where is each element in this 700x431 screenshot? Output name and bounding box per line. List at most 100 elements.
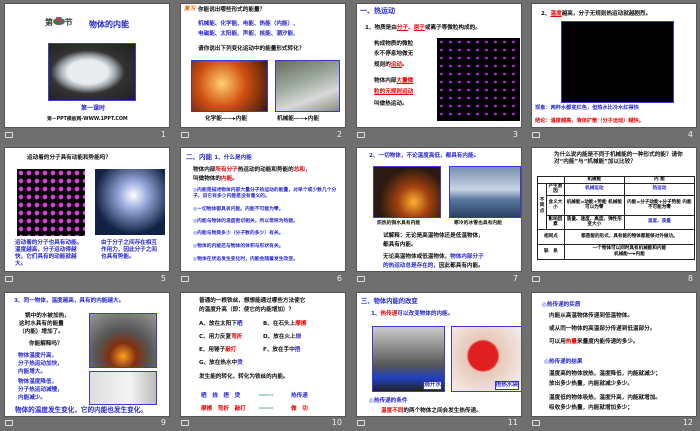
slide-text: 无论高温物体或低温物体， — [383, 254, 451, 260]
heading: 一、热运动 — [360, 7, 395, 15]
slide-thumbnail-6[interactable]: 二、内能 1、什么是内能 物体内部所有分子热运动的动能和势能的总和， 叫做物体的… — [180, 147, 346, 272]
comparison-table: 机械能内 能 不同点 产生原因 机械运动 热运动 含义大小 机械能=动能+势能 机械能可… — [537, 176, 696, 260]
slide-text: 物体内部所有分子热运动的动能和势能的总和， — [193, 167, 311, 174]
slide-text: 1、 — [371, 311, 381, 317]
slide-text: 2、温度越高，分子无规则热运动就越剧烈。 — [541, 11, 651, 18]
observation: 现象：两杯水都变红色，但热水比冷水红得快 — [535, 105, 639, 111]
slide-thumbnail-4[interactable]: 2、温度越高，分子无规则热运动就越剧烈。 现象：两杯水都变红色，但热水比冷水红得… — [531, 3, 697, 128]
slide-text: C、用力反复 — [199, 334, 232, 340]
slide-text: 物体内部分子 — [450, 254, 484, 260]
slide-text: 发生能的转化，转化为铁丝的内能。 — [199, 374, 289, 380]
slide-text: G、放在热水中烫 — [199, 360, 243, 367]
slide-text: 1、热传递可以改变物体的内能。 — [371, 311, 453, 318]
slide-text: 温度 — [550, 11, 562, 17]
slide-text: （内能）增加了。 — [19, 329, 64, 335]
slide-text: 捂热水袋 — [494, 380, 519, 390]
slide-thumbnail-9[interactable]: 3、同一物体，温度越高，具有的内能越大。 锅中的水被加热， 这时水具有的能量 （… — [4, 292, 170, 417]
slide-text: B、在石头上 — [263, 321, 296, 327]
question-2: 请你说出下列变化运动中的能量形式转化？ — [198, 46, 305, 52]
text-left: 运动着的分子也具有动能。温度越高，分子运动得越快，它们具有的动能就越大。 — [15, 240, 83, 267]
slide-text: 机械运动 — [563, 182, 625, 196]
arrow-icon: ═══⇨ — [259, 406, 274, 412]
slide-text: 烧 — [295, 334, 302, 340]
slide-text: 含义大小 机械能=动能+势能 机械能可以为零 内能=分子动能+分子势能 内能不可能为… — [538, 194, 696, 216]
slide-text: 联 系 — [537, 243, 565, 260]
slide-thumbnail-5[interactable]: 运动着的分子具有动能和势能吗？ 运动着的分子也具有动能。温度越高，分子运动得越快… — [4, 147, 170, 272]
slide-text: 大量微 — [396, 78, 414, 84]
video-placeholder[interactable] — [561, 21, 674, 103]
slide-text: 产生原因 — [546, 182, 565, 196]
slide-text: 内能 — [220, 176, 233, 182]
slide-thumbnail-3[interactable]: 一、热运动 1、物质是由分子、原子或离子等微粒构成的。 构成物质的微粒 永不停息… — [356, 3, 522, 128]
slide-text: 内能 — [235, 116, 247, 122]
slide-text: 内能 — [307, 116, 319, 122]
slide-text: 内能 — [635, 251, 645, 257]
slide-text: E、用锤子敲打 — [199, 347, 236, 354]
slide-text: F、放在手中 — [263, 347, 295, 353]
slide-transition-icon — [181, 420, 189, 426]
slide-text: 粒的无规则运动 — [374, 89, 414, 95]
slide-text: 晒 烧 捂 烫 — [201, 393, 241, 399]
slide-text: 不同点 — [537, 182, 547, 230]
slide-text: ◎热传递的条件 — [369, 398, 408, 404]
slide-text: 5 — [53, 15, 65, 28]
slide-text: 可以改变物体的内能。 — [397, 311, 454, 317]
slide-text: ◎内能是描述物体内部大量分子热运动的能量，对单个或少数几个分子，说它有多少内能是… — [193, 188, 337, 199]
slide-number: 7 — [512, 274, 518, 283]
slide-text: 叫做热运动。 — [374, 101, 408, 107]
heading: 2、一切物体，不论温度高低，都具有内能。 — [369, 153, 480, 159]
slide-text: 热传递 — [380, 311, 398, 317]
slide-text: 物体内部 — [193, 167, 216, 173]
slide-text: 这时水具有的能量 — [19, 321, 64, 327]
slide-text: 物体温度降低， — [18, 379, 58, 385]
question: 你能说出哪些形式的能量？ — [198, 7, 266, 13]
slide-text: 温度高的物体放热，温度降低，内能就减少； — [549, 371, 661, 377]
slide-text: 都是能的形式，具有能的物体都能够对外做功。 — [563, 228, 696, 245]
slide-text: 1、物质是由 — [365, 25, 397, 31]
slide-text: 温度、质量 — [623, 214, 696, 230]
slide-text: 机械能内 能 不同点 产生原因 机械运动 热运动 含义大小 机械能=动能+势能 机械能可… — [537, 176, 696, 260]
slide-thumbnail-12[interactable]: ◎热传递的实质 内能从高温物体传递到低温物体。 或从同一物体的高温部分传递到低温… — [531, 292, 697, 417]
slide-number: 9 — [160, 418, 166, 427]
slide-thumbnail-1[interactable]: 第5节 物体的内能 第一课时 第一PPT模板网-WWW.1PPT.COM — [4, 3, 170, 128]
slide-number: 1 — [160, 130, 166, 139]
slide-text: 来量度内能传递的多少。 — [577, 339, 639, 345]
slide-text: 你能解释吗？ — [29, 341, 63, 347]
text-right: 由于分子之间存在相互作用力，因此分子之间也具有势能。 — [101, 240, 157, 260]
slide-thumbnail-11[interactable]: 三、物体内能的改变 1、热传递可以改变物体的内能。 烧开水 捂热水袋 ◎热传递的… — [356, 292, 522, 417]
slide-text: ◎一切物体都具有内能。内能不可能为零。 — [193, 207, 284, 212]
question: 为什么说内能是不同于机械能的一种形式的能？请你对“内能”与“机械能”加以比较？ — [554, 152, 683, 165]
slide-thumbnail-7[interactable]: 2、一切物体，不论温度高低，都具有内能。 炽热的铜水具有内能 寒冷的冰雪也具有内… — [356, 147, 522, 272]
slide-text: 热运动的动能和势能的 — [237, 167, 294, 173]
slide-text: 含义大小 — [546, 194, 565, 216]
slide-text: 运动 — [390, 62, 402, 68]
slide-transition-icon — [532, 420, 540, 426]
slide-text: 放出多少热量，内能就减少多少。 — [549, 381, 633, 387]
slide-text: 内能=分子动能+分子势能 内能不可能为零 — [623, 194, 696, 216]
site-label: 第一PPT模板网-WWW.1PPT.COM — [47, 117, 128, 122]
slide-text: 机械能——▸内能 — [277, 116, 319, 122]
slide-thumbnail-8[interactable]: 为什么说内能是不同于机械能的一种形式的能？请你对“内能”与“机械能”加以比较？ … — [531, 147, 697, 272]
slide-text: 温度不同的两个物体之间会发生热传递。 — [381, 408, 482, 415]
slide-number: 11 — [507, 418, 518, 427]
slide-text: 总和 — [293, 167, 305, 173]
slide-transition-icon — [357, 276, 365, 282]
slide-transition-icon — [532, 276, 540, 282]
slide-text: D、放在火上 — [263, 334, 296, 340]
slide-title: 物体的内能 — [89, 20, 129, 29]
slide-text: 晒 — [236, 321, 243, 327]
slide-text: ，因此都具有内能。 — [433, 263, 484, 269]
slide-text: D、放在火上烧 — [263, 334, 301, 341]
stove-image — [89, 313, 157, 368]
slide-text: 规则的运动。 — [374, 62, 408, 69]
slide-transition-icon — [181, 276, 189, 282]
slide-text: 机械能=动能+势能 机械能可以为零 — [563, 194, 625, 216]
slide-text: 物体温度升高， — [18, 353, 58, 359]
slide-transition-icon — [5, 420, 13, 426]
slide-number: 6 — [336, 274, 342, 283]
slide-text: 捂 — [294, 347, 301, 353]
slide-text: C、用力反复弯折 — [199, 334, 242, 341]
slide-thumbnail-10[interactable]: 普通的一根铁丝，想想能通过哪些方法使它 的温度升高（即：使它的内能增加）？ A、… — [180, 292, 346, 417]
slide-thumbnail-2[interactable]: 复习 你能说出哪些形式的能量？ 机械能、化学能、电能、热能（内能）、 电磁能、太… — [180, 3, 346, 128]
slide-text: 摩擦 — [295, 321, 307, 327]
